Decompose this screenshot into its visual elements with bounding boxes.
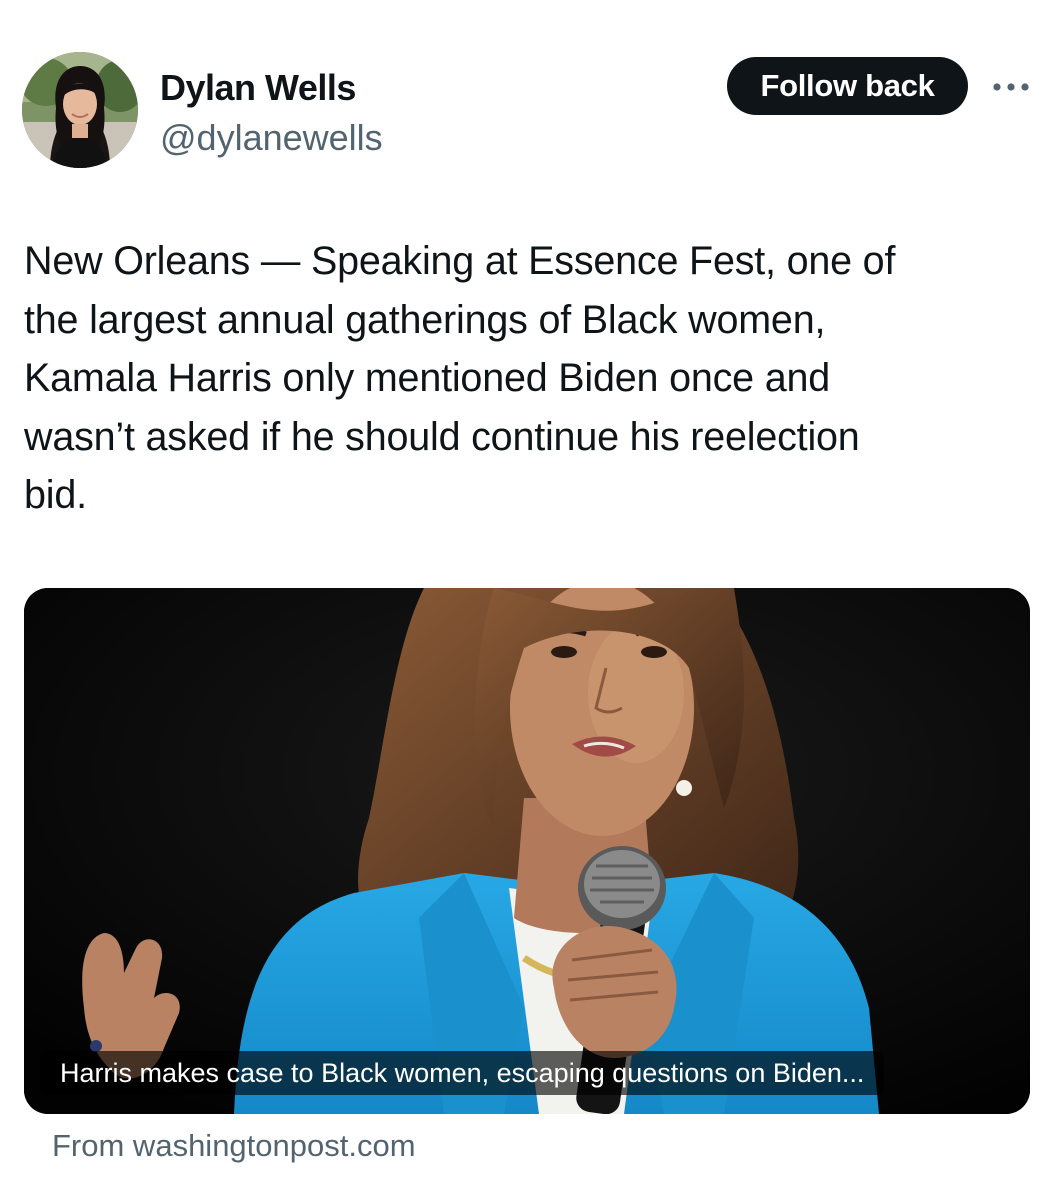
tweet-text-line: wasn’t asked if he should continue his r… — [24, 414, 860, 459]
tweet-text-line: New Orleans — Speaking at Essence Fest, … — [24, 239, 896, 283]
tweet-text: New Orleans — Speaking at Essence Fest, … — [24, 232, 1034, 525]
tweet-text-line: bid. — [24, 473, 87, 517]
display-name[interactable]: Dylan Wells — [160, 66, 356, 110]
article-photo — [24, 588, 1030, 1114]
tweet-text-line: the largest annual gatherings of Black w… — [24, 297, 826, 342]
link-card-source[interactable]: From washingtonpost.com — [52, 1124, 416, 1168]
more-horizontal-icon — [993, 83, 1029, 91]
tweet-detail: Dylan Wells @dylanewells Follow back New… — [0, 0, 1053, 1200]
link-card[interactable]: Harris makes case to Black women, escapi… — [24, 588, 1030, 1114]
tweet-text-line: Kamala Harris only mentioned Biden once … — [24, 356, 831, 400]
avatar[interactable] — [22, 52, 138, 168]
more-options-button[interactable] — [986, 70, 1036, 104]
link-card-title[interactable]: Harris makes case to Black women, escapi… — [40, 1051, 885, 1095]
avatar-image — [22, 52, 138, 168]
handle[interactable]: @dylanewells — [160, 116, 383, 160]
follow-back-button[interactable]: Follow back — [727, 57, 968, 115]
